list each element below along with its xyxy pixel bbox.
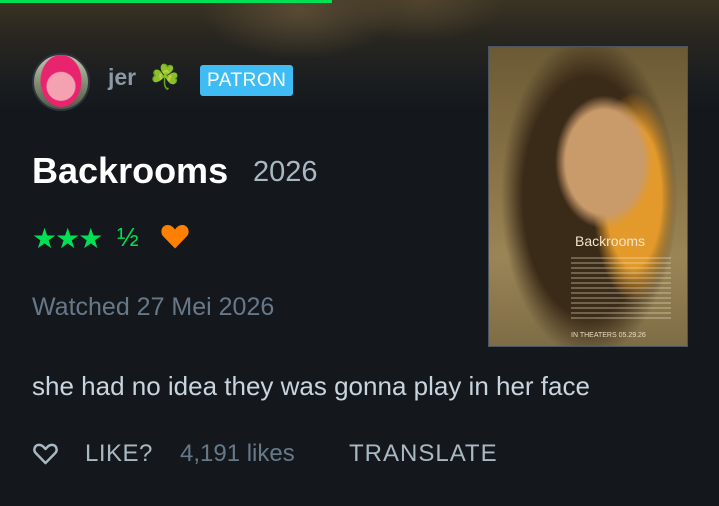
poster-title: Backrooms bbox=[575, 233, 646, 249]
poster-date-line: IN THEATERS 05.29.26 bbox=[571, 332, 646, 339]
watched-date: Watched 27 Mei 2026 bbox=[32, 293, 275, 321]
username[interactable]: jer bbox=[108, 64, 136, 91]
star-rating: ★★★ bbox=[32, 223, 103, 254]
translate-button[interactable]: TRANSLATE bbox=[349, 440, 498, 468]
heart-icon bbox=[161, 225, 189, 249]
patron-badge: PATRON bbox=[200, 65, 294, 96]
like-button[interactable]: LIKE? bbox=[85, 440, 153, 468]
page-progress-bar bbox=[0, 0, 332, 3]
film-poster[interactable]: Backrooms IN THEATERS 05.29.26 bbox=[488, 46, 688, 347]
review-text: she had no idea they was gonna play in h… bbox=[32, 371, 590, 401]
clover-icon: ☘️ bbox=[150, 64, 180, 91]
half-star: ½ bbox=[117, 222, 139, 252]
poster-credits-block bbox=[571, 257, 671, 319]
film-year[interactable]: 2026 bbox=[253, 156, 318, 189]
likes-count[interactable]: 4,191 likes bbox=[180, 440, 295, 468]
avatar[interactable] bbox=[32, 53, 90, 111]
film-title[interactable]: Backrooms bbox=[32, 150, 228, 192]
heart-outline-icon[interactable] bbox=[32, 441, 59, 466]
